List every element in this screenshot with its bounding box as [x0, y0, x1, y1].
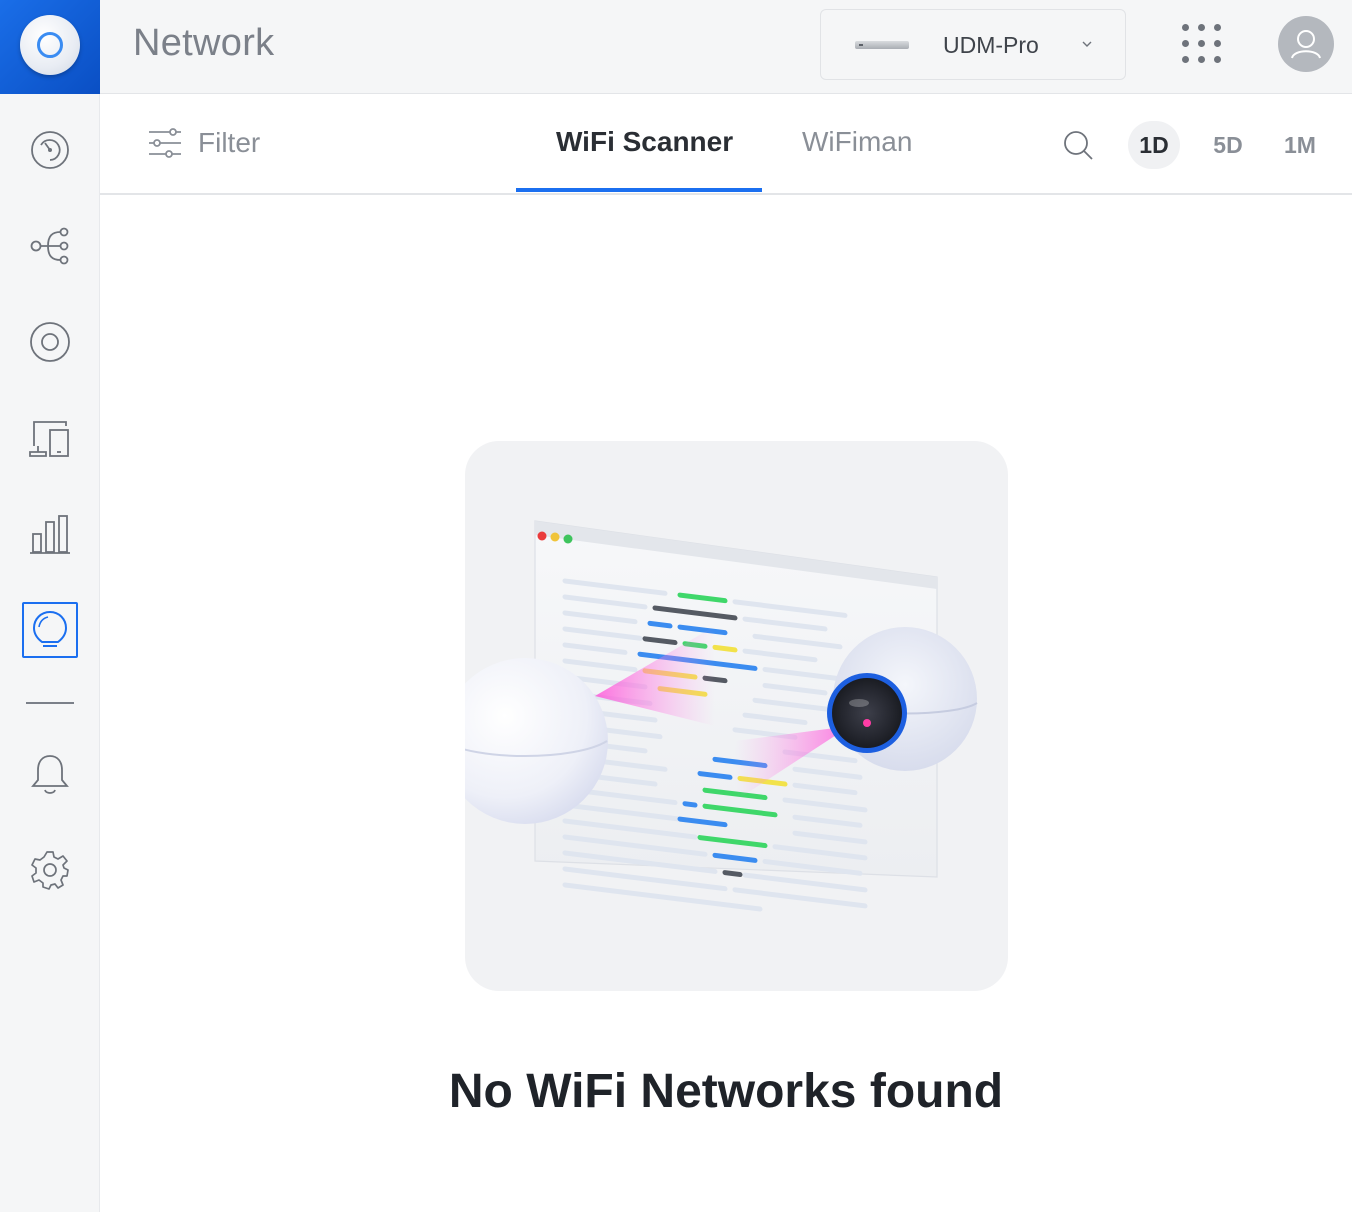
tab-wifiman[interactable]: WiFiman	[802, 126, 912, 158]
sidebar-item-dashboard[interactable]	[22, 122, 78, 178]
statistics-icon	[30, 515, 70, 554]
ubiquiti-logo-icon	[20, 15, 80, 75]
chevron-down-icon	[1082, 41, 1092, 47]
bell-icon	[31, 755, 69, 794]
gear-icon	[31, 851, 69, 890]
search-icon[interactable]	[1062, 129, 1094, 161]
filter-sliders-icon	[149, 128, 181, 158]
user-avatar[interactable]	[1278, 16, 1334, 72]
active-tab-indicator	[516, 188, 762, 192]
scanner-illustration-icon	[442, 520, 978, 912]
sidebar-item-settings[interactable]	[22, 842, 78, 898]
app-title: Network	[133, 22, 275, 64]
range-1d-button[interactable]: 1D	[1128, 121, 1180, 169]
devices-icon	[30, 322, 70, 362]
tab-wifi-scanner[interactable]: WiFi Scanner	[556, 126, 733, 158]
sidebar	[0, 94, 100, 1212]
empty-state-title: No WiFi Networks found	[448, 1065, 1004, 1118]
sidebar-item-alerts[interactable]	[22, 746, 78, 802]
apps-grid-icon[interactable]	[1182, 24, 1222, 64]
app-logo-button[interactable]	[0, 0, 100, 94]
sidebar-divider	[26, 702, 74, 704]
insights-icon	[32, 610, 68, 647]
sidebar-item-devices[interactable]	[22, 314, 78, 370]
range-5d-button[interactable]: 5D	[1202, 121, 1254, 169]
dashboard-icon	[31, 131, 69, 169]
range-1m-button[interactable]: 1M	[1274, 121, 1326, 169]
sub-header: Filter WiFi Scanner WiFiman 1D 5D 1M	[100, 94, 1352, 195]
app-root: Network UDM-Pro Filter WiFi Scanner WiFi…	[0, 0, 1352, 1212]
sidebar-item-insights[interactable]	[22, 602, 78, 658]
filter-label: Filter	[198, 127, 261, 158]
clients-icon	[29, 421, 69, 457]
sidebar-item-clients[interactable]	[22, 410, 78, 466]
topology-icon	[30, 227, 69, 265]
user-icon	[1291, 30, 1321, 59]
top-bar: Network UDM-Pro	[0, 0, 1352, 94]
device-selector[interactable]: UDM-Pro	[820, 9, 1126, 80]
sidebar-item-topology[interactable]	[22, 218, 78, 274]
device-selector-label: UDM-Pro	[943, 32, 1039, 58]
wifi-scanner-illustration	[442, 441, 1008, 991]
filter-button[interactable]: Filter	[148, 126, 260, 160]
device-thumbnail-icon	[855, 41, 909, 49]
sidebar-item-statistics[interactable]	[22, 506, 78, 562]
